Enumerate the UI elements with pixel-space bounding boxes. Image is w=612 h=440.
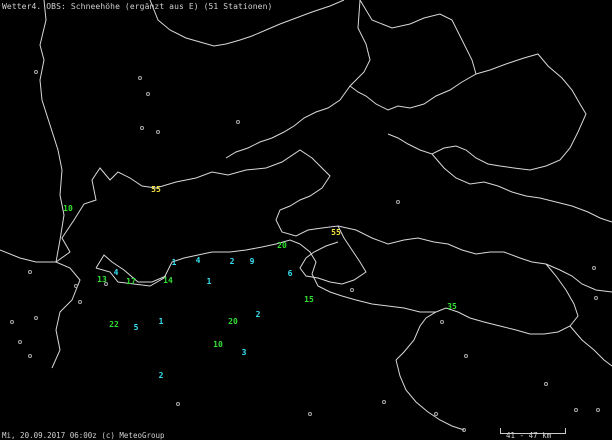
station-marker [28,354,32,358]
station-value: 4 [195,256,201,265]
station-value: 6 [287,269,293,278]
station-value: 17 [126,277,136,286]
station-value: 9 [249,257,255,266]
station-marker [574,408,578,412]
station-value: 10 [213,340,223,349]
station-marker [10,320,14,324]
station-marker [146,92,150,96]
station-marker [28,270,32,274]
station-marker [34,70,38,74]
station-value: 2 [229,257,235,266]
map-title: Wetter4. OBS: Schneehöhe (ergänzt aus E)… [2,2,273,11]
map-footer: Mi, 20.09.2017 06:00z (c) MeteoGroup [2,431,165,440]
station-marker [396,200,400,204]
station-value: 1 [158,317,164,326]
station-marker [18,340,22,344]
station-value: 22 [109,320,119,329]
scale-label: 41 - 47 km [506,431,552,440]
snow-depth-map: Wetter4. OBS: Schneehöhe (ergänzt aus E)… [0,0,612,440]
station-value: 10 [63,204,73,213]
station-marker [462,428,466,432]
station-marker [104,282,108,286]
station-marker [34,316,38,320]
station-marker [156,130,160,134]
station-value: 20 [228,317,238,326]
border-ch-it [0,249,81,369]
station-marker [74,284,78,288]
border-czech [349,0,477,111]
station-value: 1 [206,277,212,286]
station-value: 35 [447,302,457,311]
station-marker [308,412,312,416]
station-value: 2 [158,371,164,380]
border-at-si [299,243,436,313]
country-borders [0,0,612,431]
station-value: 14 [163,276,173,285]
station-marker [138,76,142,80]
station-marker [382,400,386,404]
border-hu-rs [569,325,612,367]
station-value: 15 [304,295,314,304]
station-value: 55 [331,228,341,237]
station-value: 1 [171,258,177,267]
station-value: 5 [133,323,139,332]
station-marker [592,266,596,270]
station-marker [176,402,180,406]
station-marker [594,296,598,300]
station-marker [140,126,144,130]
station-marker [596,408,600,412]
border-fr-de [39,0,65,263]
border-de-ch-at [55,149,339,263]
border-pl-sk [387,53,587,171]
station-marker [440,320,444,324]
station-marker [350,288,354,292]
station-marker [236,120,240,124]
station-marker [434,412,438,416]
station-value: 4 [113,268,119,277]
border-sk-hu [431,153,612,223]
station-value: 3 [241,348,247,357]
station-marker [78,300,82,304]
station-marker [464,354,468,358]
border-cz-west [225,85,351,159]
station-marker [544,382,548,386]
station-value: 20 [277,241,287,250]
station-value: 2 [255,310,261,319]
border-at-cz [337,225,612,293]
border-hr-coast [395,359,465,431]
station-value: 55 [151,185,161,194]
